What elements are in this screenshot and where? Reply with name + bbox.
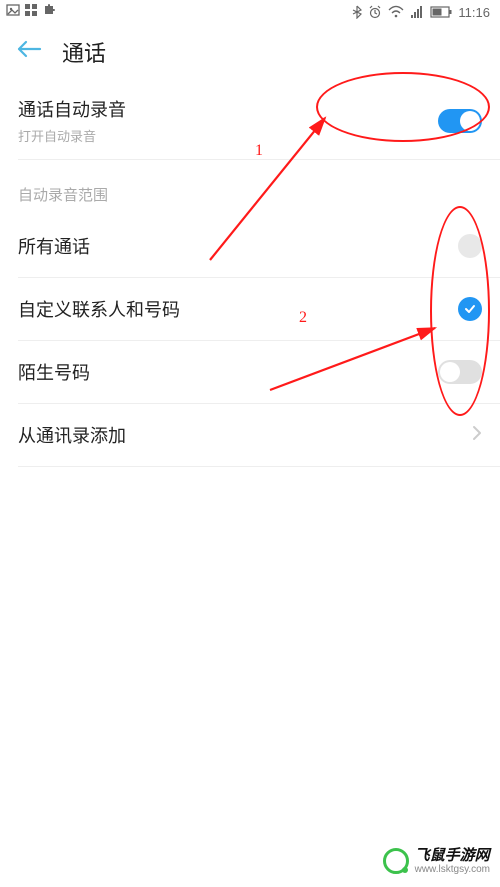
annotation-label-2: 2 xyxy=(299,309,307,327)
page-title: 通话 xyxy=(62,36,106,68)
section-label: 自动录音范围 xyxy=(0,160,500,215)
header: 通话 xyxy=(0,24,500,82)
option-unknown-label: 陌生号码 xyxy=(18,359,90,385)
back-arrow-icon[interactable] xyxy=(16,38,42,66)
wifi-icon xyxy=(388,5,404,19)
alarm-icon xyxy=(368,5,382,19)
watermark-url: www.lsktgsy.com xyxy=(415,864,490,875)
signal-icon xyxy=(410,5,424,19)
option-custom[interactable]: 自定义联系人和号码 xyxy=(0,278,500,340)
option-all-calls-label: 所有通话 xyxy=(18,233,90,259)
auto-record-toggle[interactable] xyxy=(438,109,482,133)
auto-record-title: 通话自动录音 xyxy=(18,96,126,122)
grid-icon xyxy=(24,3,38,17)
chevron-right-icon xyxy=(472,425,482,446)
watermark-logo-icon xyxy=(383,848,409,874)
watermark: 飞鼠手游网 www.lsktgsy.com xyxy=(383,848,490,876)
battery-icon xyxy=(430,6,452,18)
puzzle-icon xyxy=(42,3,56,17)
bluetooth-icon xyxy=(352,5,362,19)
auto-record-row[interactable]: 通话自动录音 打开自动录音 xyxy=(0,82,500,159)
annotation-label-1: 1 xyxy=(255,142,263,160)
status-time: 11:16 xyxy=(458,5,490,20)
divider xyxy=(18,466,500,467)
gallery-icon xyxy=(6,3,20,17)
radio-all-calls[interactable] xyxy=(458,234,482,258)
watermark-title: 飞鼠手游网 xyxy=(415,848,490,865)
add-from-contacts[interactable]: 从通讯录添加 xyxy=(0,404,500,466)
status-bar: 11:16 xyxy=(0,0,500,24)
option-custom-label: 自定义联系人和号码 xyxy=(18,296,180,322)
radio-custom[interactable] xyxy=(458,297,482,321)
auto-record-subtitle: 打开自动录音 xyxy=(18,126,126,145)
unknown-toggle[interactable] xyxy=(438,360,482,384)
option-all-calls[interactable]: 所有通话 xyxy=(0,215,500,277)
option-unknown[interactable]: 陌生号码 xyxy=(0,341,500,403)
add-from-contacts-label: 从通讯录添加 xyxy=(18,422,126,448)
